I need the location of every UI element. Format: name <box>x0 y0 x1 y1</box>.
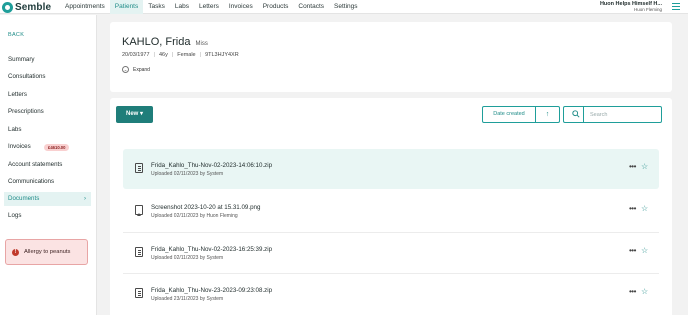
star-icon[interactable]: ☆ <box>641 204 648 213</box>
sidebar-item-label: Account statements <box>8 161 63 168</box>
patient-sidebar: BACK Summary Consultations Letters Presc… <box>0 15 97 315</box>
back-link[interactable]: BACK <box>8 32 24 38</box>
document-row[interactable]: Frida_Kahlo_Thu-Nov-02-2023-16:25:39.zip… <box>123 233 659 273</box>
sort-control: Date created ↑ <box>482 106 560 123</box>
nav-item-invoices[interactable]: Invoices <box>224 0 258 14</box>
document-name[interactable]: Screenshot 2023-10-20 at 15.31.09.png <box>151 204 260 211</box>
file-icon <box>135 247 143 257</box>
more-options-icon[interactable]: ••• <box>629 204 636 213</box>
star-icon[interactable]: ☆ <box>641 287 648 296</box>
semble-logo[interactable]: Semble <box>2 1 51 13</box>
sidebar-item-communications[interactable]: Communications <box>4 175 91 189</box>
patient-meta: 20/03/1977 | 46y | Female | 9TL3HJY4XR <box>122 52 239 58</box>
patient-age: 46y <box>158 52 168 58</box>
allergy-alert: ! Allergy to peanuts <box>5 239 88 265</box>
sidebar-item-label: Consultations <box>8 73 46 80</box>
nav-item-labs[interactable]: Labs <box>170 0 194 14</box>
nav-item-appointments[interactable]: Appointments <box>60 0 110 14</box>
nav-item-contacts[interactable]: Contacts <box>293 0 329 14</box>
sidebar-item-label: Prescriptions <box>8 108 44 115</box>
sidebar-item-label: Logs <box>8 212 22 219</box>
search-icon <box>572 110 580 118</box>
nav-item-letters[interactable]: Letters <box>194 0 224 14</box>
sidebar-item-prescriptions[interactable]: Prescriptions <box>4 105 91 119</box>
new-button-label: New <box>125 111 139 117</box>
chevron-right-icon: › <box>84 196 86 202</box>
semble-logo-icon <box>2 1 13 13</box>
more-options-icon[interactable]: ••• <box>629 287 636 296</box>
nav-item-settings[interactable]: Settings <box>329 0 363 14</box>
sidebar-item-documents[interactable]: Documents › <box>4 192 91 206</box>
sort-field-select[interactable]: Date created <box>483 107 536 122</box>
document-uploaded: Uploaded 02/11/2023 by System <box>151 255 224 261</box>
document-uploaded: Uploaded 02/11/2023 by System <box>151 171 224 177</box>
star-icon[interactable]: ☆ <box>641 162 648 171</box>
user-account[interactable]: Huon Helps Himself H... Huon Fleming <box>600 1 662 13</box>
document-row[interactable]: Frida_Kahlo_Thu-Nov-23-2023-09:23:08.zip… <box>123 274 659 314</box>
document-name[interactable]: Frida_Kahlo_Thu-Nov-02-2023-16:25:39.zip <box>151 246 272 253</box>
document-name[interactable]: Frida_Kahlo_Thu-Nov-23-2023-09:23:08.zip <box>151 287 272 294</box>
sidebar-item-label: Invoices <box>8 143 31 150</box>
sidebar-item-labs[interactable]: Labs <box>4 123 91 137</box>
patient-id: 9TL3HJY4XR <box>205 52 239 58</box>
sidebar-item-consultations[interactable]: Consultations <box>4 70 91 84</box>
document-row[interactable]: Screenshot 2023-10-20 at 15.31.09.png Up… <box>123 191 659 231</box>
expand-label: Expand <box>133 66 150 73</box>
document-search <box>563 106 662 123</box>
user-name: Huon Fleming <box>633 7 662 12</box>
meta-separator: | <box>171 52 174 58</box>
nav-item-patients[interactable]: Patients <box>109 0 144 14</box>
patient-name-heading: KAHLO, Frida Miss <box>122 36 208 48</box>
document-name[interactable]: Frida_Kahlo_Thu-Nov-02-2023-14:06:10.zip <box>151 162 272 169</box>
sort-direction-icon[interactable]: ↑ <box>536 107 559 122</box>
sidebar-item-logs[interactable]: Logs <box>4 209 91 223</box>
nav-item-products[interactable]: Products <box>258 0 294 14</box>
more-options-icon[interactable]: ••• <box>629 246 636 255</box>
allergy-text: Allergy to peanuts <box>24 249 71 255</box>
hamburger-menu-icon[interactable] <box>672 3 680 10</box>
main-nav: Appointments Patients Tasks Labs Letters… <box>60 0 363 14</box>
top-navigation-bar: Semble Appointments Patients Tasks Labs … <box>0 0 688 14</box>
sidebar-item-label: Documents <box>8 195 40 202</box>
sidebar-item-summary[interactable]: Summary <box>4 53 91 67</box>
sidebar-item-label: Labs <box>8 126 22 133</box>
sidebar-item-label: Summary <box>8 56 35 63</box>
file-icon <box>135 288 143 298</box>
chevron-down-icon: ⌄ <box>122 66 129 73</box>
expand-button[interactable]: ⌄ Expand <box>122 66 150 73</box>
logo-text: Semble <box>15 1 52 13</box>
sidebar-item-invoices[interactable]: Invoices £4610.00 <box>4 140 91 154</box>
patient-name: KAHLO, Frida <box>122 36 191 48</box>
new-document-button[interactable]: New ▾ <box>116 106 153 123</box>
patient-dob: 20/03/1977 <box>122 52 150 58</box>
patient-header-card: KAHLO, Frida Miss 20/03/1977 | 46y | Fem… <box>110 22 672 92</box>
file-icon <box>135 163 143 173</box>
document-row[interactable]: Frida_Kahlo_Thu-Nov-02-2023-14:06:10.zip… <box>123 149 659 189</box>
search-input[interactable] <box>584 107 661 122</box>
document-uploaded: Uploaded 23/11/2023 by System <box>151 296 224 302</box>
more-options-icon[interactable]: ••• <box>629 162 636 171</box>
meta-separator: | <box>199 52 202 58</box>
invoice-balance-badge: £4610.00 <box>44 143 70 151</box>
sidebar-item-label: Letters <box>8 91 27 98</box>
caret-down-icon: ▾ <box>140 111 144 117</box>
patient-title: Miss <box>195 41 208 47</box>
nav-item-tasks[interactable]: Tasks <box>143 0 170 14</box>
sidebar-item-account-statements[interactable]: Account statements <box>4 158 91 172</box>
sidebar-item-label: Communications <box>8 178 55 185</box>
document-uploaded: Uploaded 02/11/2023 by Huon Fleming <box>151 213 238 219</box>
star-icon[interactable]: ☆ <box>641 246 648 255</box>
meta-separator: | <box>153 52 155 58</box>
alert-icon: ! <box>12 248 19 256</box>
image-file-icon <box>135 205 143 216</box>
documents-panel: New ▾ Date created ↑ Frida_Kahlo_Thu-Nov… <box>110 98 672 315</box>
patient-sex: Female <box>177 52 196 58</box>
sidebar-item-letters[interactable]: Letters <box>4 88 91 102</box>
search-button[interactable] <box>564 107 584 122</box>
